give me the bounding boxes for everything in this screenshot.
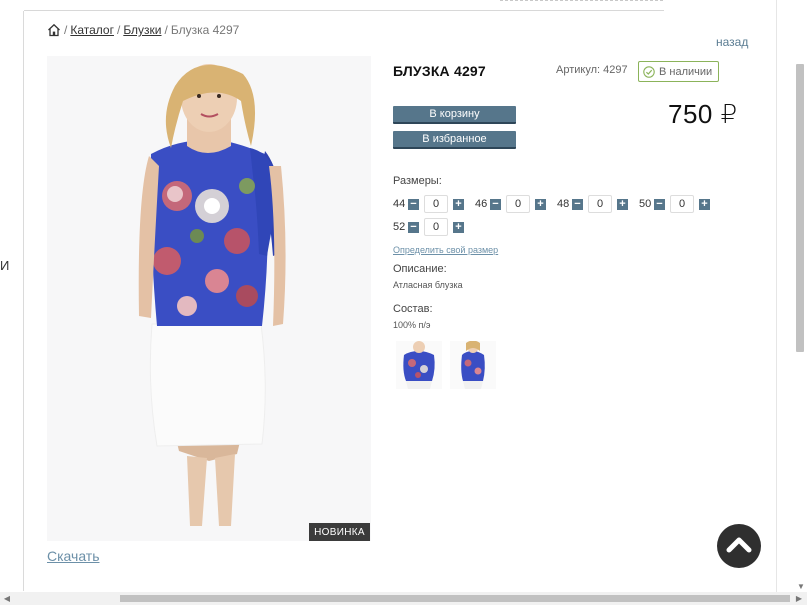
size-value: 48 [557,198,570,210]
home-icon[interactable] [47,23,61,37]
breadcrumb-separator: / [64,23,68,37]
breadcrumb-current: Блузка 4297 [170,23,240,37]
breadcrumb-blouses-link[interactable]: Блузки [123,23,161,37]
sizes-label: Размеры: [393,175,442,187]
description-value: Атласная блузка [393,280,463,290]
quantity-input[interactable] [506,195,530,213]
breadcrumb: / Каталог / Блузки / Блузка 4297 [47,23,239,37]
increase-qty-button[interactable]: + [617,198,628,210]
size-option: 48 − + [557,195,630,213]
product-title: БЛУЗКА 4297 [393,63,486,79]
decrease-qty-button[interactable]: − [408,198,419,210]
size-guide-link[interactable]: Определить свой размер [393,245,498,255]
sidebar-cut-text: И [0,258,10,273]
add-to-cart-button[interactable]: В корзину [393,106,516,124]
decrease-qty-button[interactable]: − [490,198,501,210]
increase-qty-button[interactable]: + [699,198,710,210]
add-to-favorites-button[interactable]: В избранное [393,131,516,149]
scroll-left-icon[interactable]: ◀ [2,594,12,604]
size-option: 52 − + [393,218,466,236]
new-badge: НОВИНКА [309,523,370,541]
vertical-scrollbar-thumb[interactable] [796,64,804,352]
size-row: 44 − + 46 − + 48 − + 50 − + [393,195,721,213]
decrease-qty-button[interactable]: − [572,198,583,210]
quantity-input[interactable] [424,218,448,236]
product-thumbnail[interactable] [396,341,442,389]
breadcrumb-separator: / [164,23,168,37]
product-sku: Артикул: 4297 [556,64,628,76]
size-value: 52 [393,221,406,233]
size-value: 44 [393,198,406,210]
size-value: 50 [639,198,652,210]
size-row: 52 − + [393,218,475,236]
chevron-up-icon [726,535,752,558]
size-option: 44 − + [393,195,466,213]
increase-qty-button[interactable]: + [453,221,464,233]
size-value: 46 [475,198,488,210]
stock-status-badge: В наличии [638,61,719,82]
product-photo[interactable] [47,56,371,541]
product-price: 750 ₽ [668,99,738,129]
sidebar-divider [23,11,24,591]
increase-qty-button[interactable]: + [535,198,546,210]
scroll-down-icon[interactable]: ▼ [796,582,806,592]
stock-status-label: В наличии [659,65,713,78]
scroll-right-icon[interactable]: ▶ [794,594,804,604]
composition-label: Состав: [393,303,433,315]
increase-qty-button[interactable]: + [453,198,464,210]
back-link[interactable]: назад [716,35,748,49]
decrease-qty-button[interactable]: − [654,198,665,210]
content-right-border [776,0,777,592]
breadcrumb-separator: / [116,23,121,37]
header-dashed-divider [500,0,663,2]
quantity-input[interactable] [670,195,694,213]
size-option: 46 − + [475,195,548,213]
composition-value: 100% п/э [393,320,431,330]
quantity-input[interactable] [588,195,612,213]
horizontal-scrollbar-thumb[interactable] [120,595,790,602]
product-thumbnail[interactable] [450,341,496,389]
quantity-input[interactable] [424,195,448,213]
scroll-to-top-button[interactable] [717,524,761,568]
check-circle-icon [643,65,655,78]
download-link[interactable]: Скачать [47,548,100,564]
header-divider [24,10,664,11]
description-label: Описание: [393,263,447,275]
size-option: 50 − + [639,195,712,213]
decrease-qty-button[interactable]: − [408,221,419,233]
breadcrumb-catalog-link[interactable]: Каталог [70,23,114,37]
